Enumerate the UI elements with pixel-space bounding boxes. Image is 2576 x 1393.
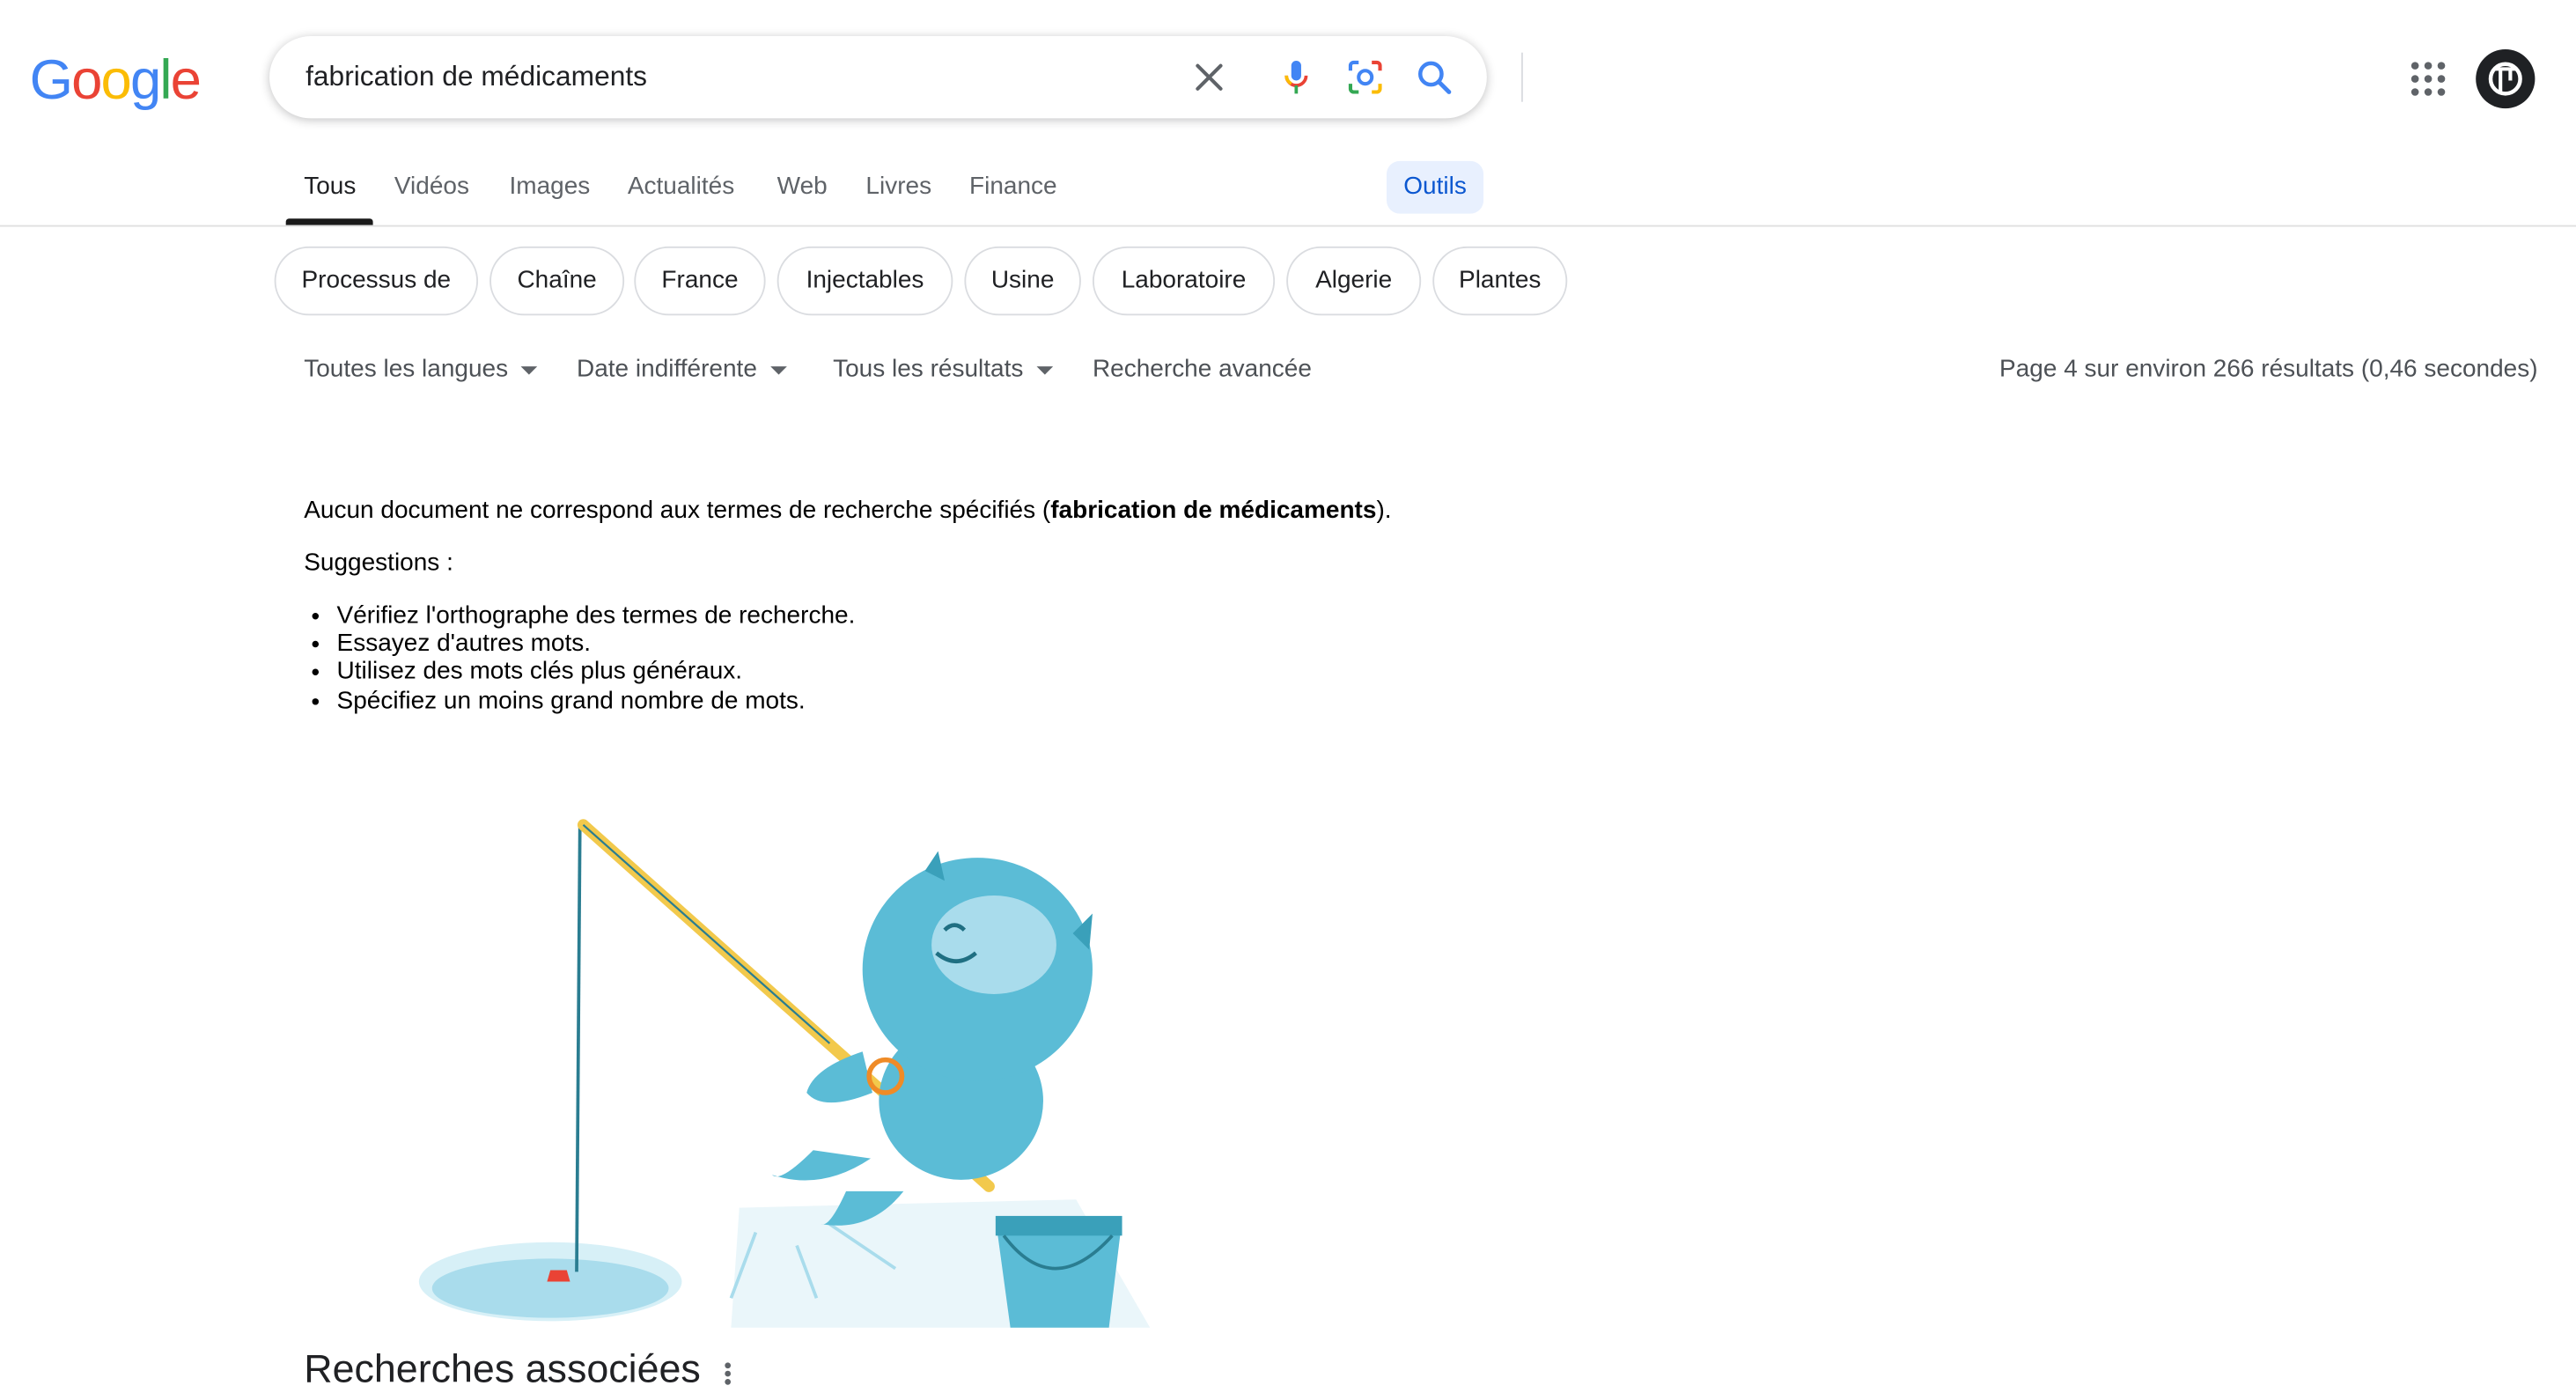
- suggestion-item: Spécifiez un moins grand nombre de mots.: [337, 686, 856, 714]
- fishing-creature-illustration: [418, 819, 1151, 1328]
- search-divider: [1521, 52, 1523, 102]
- chip-france[interactable]: France: [634, 246, 766, 316]
- suggestion-item: Utilisez des mots clés plus généraux.: [337, 658, 856, 686]
- tab-finance[interactable]: Finance: [969, 173, 1057, 201]
- suggestion-item: Essayez d'autres mots.: [337, 630, 856, 658]
- chip-chaine[interactable]: Chaîne: [489, 246, 625, 316]
- microphone-icon[interactable]: [1277, 57, 1316, 97]
- logo-letter: g: [129, 48, 161, 112]
- result-stats: Page 4 sur environ 266 résultats (0,46 s…: [1999, 355, 2538, 383]
- chip-usine[interactable]: Usine: [964, 246, 1081, 316]
- active-tab-indicator: [285, 218, 373, 225]
- logo-letter: l: [159, 48, 172, 112]
- chip-processus[interactable]: Processus de: [274, 246, 479, 316]
- chip-plantes[interactable]: Plantes: [1432, 246, 1568, 316]
- date-filter-label: Date indifférente: [577, 355, 757, 383]
- tools-button[interactable]: Outils: [1386, 160, 1484, 214]
- search-box: [269, 36, 1523, 119]
- tab-images[interactable]: Images: [509, 173, 590, 201]
- tab-videos[interactable]: Vidéos: [394, 173, 469, 201]
- suggestion-item: Vérifiez l'orthographe des termes de rec…: [337, 601, 856, 630]
- no-results-prefix: Aucun document ne correspond aux termes …: [304, 496, 1051, 525]
- no-results-suffix: ).: [1376, 496, 1392, 525]
- account-avatar[interactable]: [2476, 48, 2536, 109]
- tab-actualites[interactable]: Actualités: [628, 173, 734, 201]
- logo-letter: e: [170, 48, 202, 112]
- logo-letter: G: [29, 48, 73, 112]
- lens-icon[interactable]: [1345, 57, 1385, 97]
- results-filter-label: Tous les résultats: [833, 355, 1024, 383]
- chip-laboratoire[interactable]: Laboratoire: [1092, 246, 1276, 316]
- tab-livres[interactable]: Livres: [865, 173, 931, 201]
- tab-web[interactable]: Web: [777, 173, 828, 201]
- clear-icon[interactable]: [1189, 57, 1229, 97]
- results-filter[interactable]: Tous les résultats: [833, 355, 1053, 383]
- header-divider: [0, 225, 2576, 227]
- tab-tous[interactable]: Tous: [304, 173, 356, 201]
- chevron-down-icon: [1036, 365, 1053, 374]
- google-logo[interactable]: Google: [29, 48, 202, 114]
- chip-injectables[interactable]: Injectables: [776, 246, 953, 316]
- avatar-logo-icon: [2488, 62, 2522, 96]
- language-filter[interactable]: Toutes les langues: [304, 355, 538, 383]
- logo-letter: o: [100, 48, 132, 112]
- suggestions-list: Vérifiez l'orthographe des termes de rec…: [304, 601, 856, 714]
- suggestions-title: Suggestions :: [304, 549, 453, 578]
- chevron-down-icon: [521, 365, 538, 374]
- advanced-search-link[interactable]: Recherche avancée: [1093, 355, 1312, 383]
- date-filter[interactable]: Date indifférente: [577, 355, 787, 383]
- chip-algerie[interactable]: Algerie: [1286, 246, 1422, 316]
- language-filter-label: Toutes les langues: [304, 355, 509, 383]
- apps-grid-icon[interactable]: [2409, 59, 2448, 99]
- more-options-icon[interactable]: [723, 1360, 732, 1387]
- search-icon[interactable]: [1415, 57, 1454, 97]
- search-input[interactable]: [305, 59, 1160, 96]
- no-results-message: Aucun document ne correspond aux termes …: [304, 497, 1391, 525]
- related-searches-title: Recherches associées: [304, 1347, 701, 1392]
- chevron-down-icon: [769, 365, 787, 374]
- logo-letter: o: [71, 48, 102, 112]
- no-results-query: fabrication de médicaments: [1050, 496, 1377, 525]
